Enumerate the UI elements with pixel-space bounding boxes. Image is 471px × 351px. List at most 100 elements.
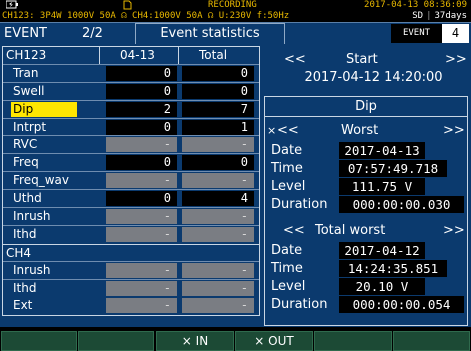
event-type-label[interactable]: Ithd [13, 226, 36, 243]
date-count-value: - [106, 209, 177, 225]
total-count-value: - [182, 298, 254, 314]
total-worst-navigator: << Total worst >> [269, 223, 465, 239]
ch123-rows: Tran 0 0 Swell 0 0 Dip 2 7 Intrpt 0 1 RVC - - Freq 0 0 Fre… [3, 65, 259, 244]
column-divider [178, 47, 179, 64]
status-bar: RECORDING 2017-04-13 08:36:09 CH123: 3P4… [0, 0, 471, 22]
worst-prev-button[interactable]: << [277, 123, 299, 139]
worst-duration-row: Duration 000:00:00.030 [269, 196, 465, 214]
worst-level-value: 111.75 V [339, 178, 425, 195]
sd-status: SD | 37days [412, 11, 467, 21]
total-worst-label: Total worst [315, 223, 386, 238]
worst-next-button[interactable]: >> [443, 123, 465, 139]
group-label-ch123: CH123 [6, 48, 47, 62]
date-count-value: - [106, 262, 177, 278]
event-type-label[interactable]: Dip [11, 101, 77, 117]
tab-event-statistics[interactable]: Event statistics [135, 23, 285, 45]
worst-level-row: Level 111.75 V [269, 178, 465, 196]
table-row[interactable]: Uthd 0 4 [3, 190, 259, 209]
worst-navigator: × << Worst >> [267, 123, 465, 139]
status-datetime: 2017-04-13 08:36:09 [364, 0, 467, 10]
total-worst-date-row: Date 2017-04-12 [269, 242, 465, 260]
total-worst-level-row: Level 20.10 V [269, 278, 465, 296]
total-count-value: - [182, 209, 254, 225]
table-row[interactable]: RVC - - [3, 136, 259, 155]
function-key-5[interactable] [314, 331, 392, 351]
event-type-label[interactable]: Freq [13, 154, 39, 171]
event-type-label[interactable]: Swell [13, 83, 44, 100]
worst-time-value: 07:57:49.718 [339, 160, 447, 177]
event-type-label[interactable]: Ext [13, 297, 32, 314]
column-header-date: 04-13 [120, 48, 155, 62]
table-row[interactable]: Inrush - - [3, 208, 259, 226]
total-count-value: - [182, 137, 254, 153]
recording-indicator: RECORDING [208, 0, 257, 10]
total-worst-level-value: 20.10 V [339, 278, 425, 295]
page-indicator: 2/2 [82, 26, 103, 41]
event-type-label[interactable]: Uthd [13, 190, 42, 207]
worst-date-value: 2017-04-13 [339, 142, 425, 159]
worst-time-label: Time [271, 161, 303, 176]
table-row[interactable]: Ithd - - [3, 226, 259, 244]
group-label-ch4: CH4 [6, 245, 32, 260]
total-count-value: 4 [182, 191, 254, 207]
worst-duration-label: Duration [271, 197, 328, 212]
table-row[interactable]: Inrush - - [3, 262, 259, 280]
function-key-1[interactable] [1, 331, 77, 351]
total-worst-level-label: Level [271, 279, 306, 294]
table-row[interactable]: Intrpt 0 1 [3, 119, 259, 137]
function-key-2[interactable] [78, 331, 154, 351]
worst-date-row: Date 2017-04-13 [269, 142, 465, 160]
function-key-6[interactable] [393, 331, 470, 351]
cursor-marker-icon: × [267, 124, 277, 137]
total-count-value: - [182, 262, 254, 278]
status-row-top: RECORDING 2017-04-13 08:36:09 [0, 0, 471, 11]
total-worst-duration-label: Duration [271, 297, 328, 312]
date-count-value: - [106, 298, 177, 314]
total-worst-time-value: 14:24:35.851 [339, 260, 447, 277]
cursor-in-button[interactable]: × IN [156, 331, 234, 351]
event-type-label[interactable]: Tran [13, 65, 38, 82]
worst-time-row: Time 07:57:49.718 [269, 160, 465, 178]
table-row[interactable]: Tran 0 0 [3, 65, 259, 83]
date-count-value: 0 [106, 155, 177, 171]
table-row[interactable]: Freq 0 0 [3, 154, 259, 173]
date-count-value: 0 [106, 119, 177, 135]
event-type-label[interactable]: Inrush [13, 262, 51, 279]
column-header-total: Total [199, 48, 228, 62]
sd-label: SD [412, 11, 424, 21]
event-type-label[interactable]: Ithd [13, 280, 36, 297]
table-row[interactable]: Ithd - - [3, 280, 259, 298]
event-type-label[interactable]: Freq_wav [13, 172, 69, 189]
table-row[interactable]: Swell 0 0 [3, 83, 259, 101]
table-group-row: CH4 [3, 243, 259, 262]
start-prev-button[interactable]: << [284, 52, 306, 67]
date-count-value: 0 [106, 191, 177, 207]
worst-duration-value: 000:00:00.030 [339, 196, 464, 213]
table-row[interactable]: Dip 2 7 [3, 101, 259, 119]
column-divider [99, 47, 100, 64]
total-worst-prev-button[interactable]: << [283, 223, 305, 239]
total-count-value: 0 [182, 83, 254, 99]
total-worst-date-value: 2017-04-12 [339, 242, 425, 259]
ch4-rows: Inrush - - Ithd - - [3, 262, 259, 298]
date-count-value: 0 [106, 65, 177, 81]
table-header-row: CH123 04-13 Total [3, 47, 259, 65]
date-count-value: - [106, 280, 177, 296]
total-worst-duration-value: 000:00:00.054 [339, 296, 464, 313]
start-next-button[interactable]: >> [445, 52, 467, 67]
cursor-out-button[interactable]: × OUT [235, 331, 313, 351]
date-count-value: - [106, 226, 177, 242]
total-count-value: - [182, 173, 254, 189]
worst-level-label: Level [271, 179, 306, 194]
start-datetime: 2017-04-12 14:20:00 [304, 70, 443, 85]
event-count: 4 [442, 24, 469, 43]
event-type-label[interactable]: Intrpt [13, 119, 46, 136]
table-row[interactable]: Freq_wav - - [3, 172, 259, 191]
table-row[interactable]: Ext - - [3, 297, 259, 315]
event-type-label[interactable]: RVC [13, 136, 37, 153]
worst-date-label: Date [271, 143, 303, 158]
event-type-label[interactable]: Inrush [13, 208, 51, 225]
sd-days: 37days [434, 11, 467, 21]
total-worst-next-button[interactable]: >> [443, 223, 465, 239]
total-count-value: 0 [182, 155, 254, 171]
